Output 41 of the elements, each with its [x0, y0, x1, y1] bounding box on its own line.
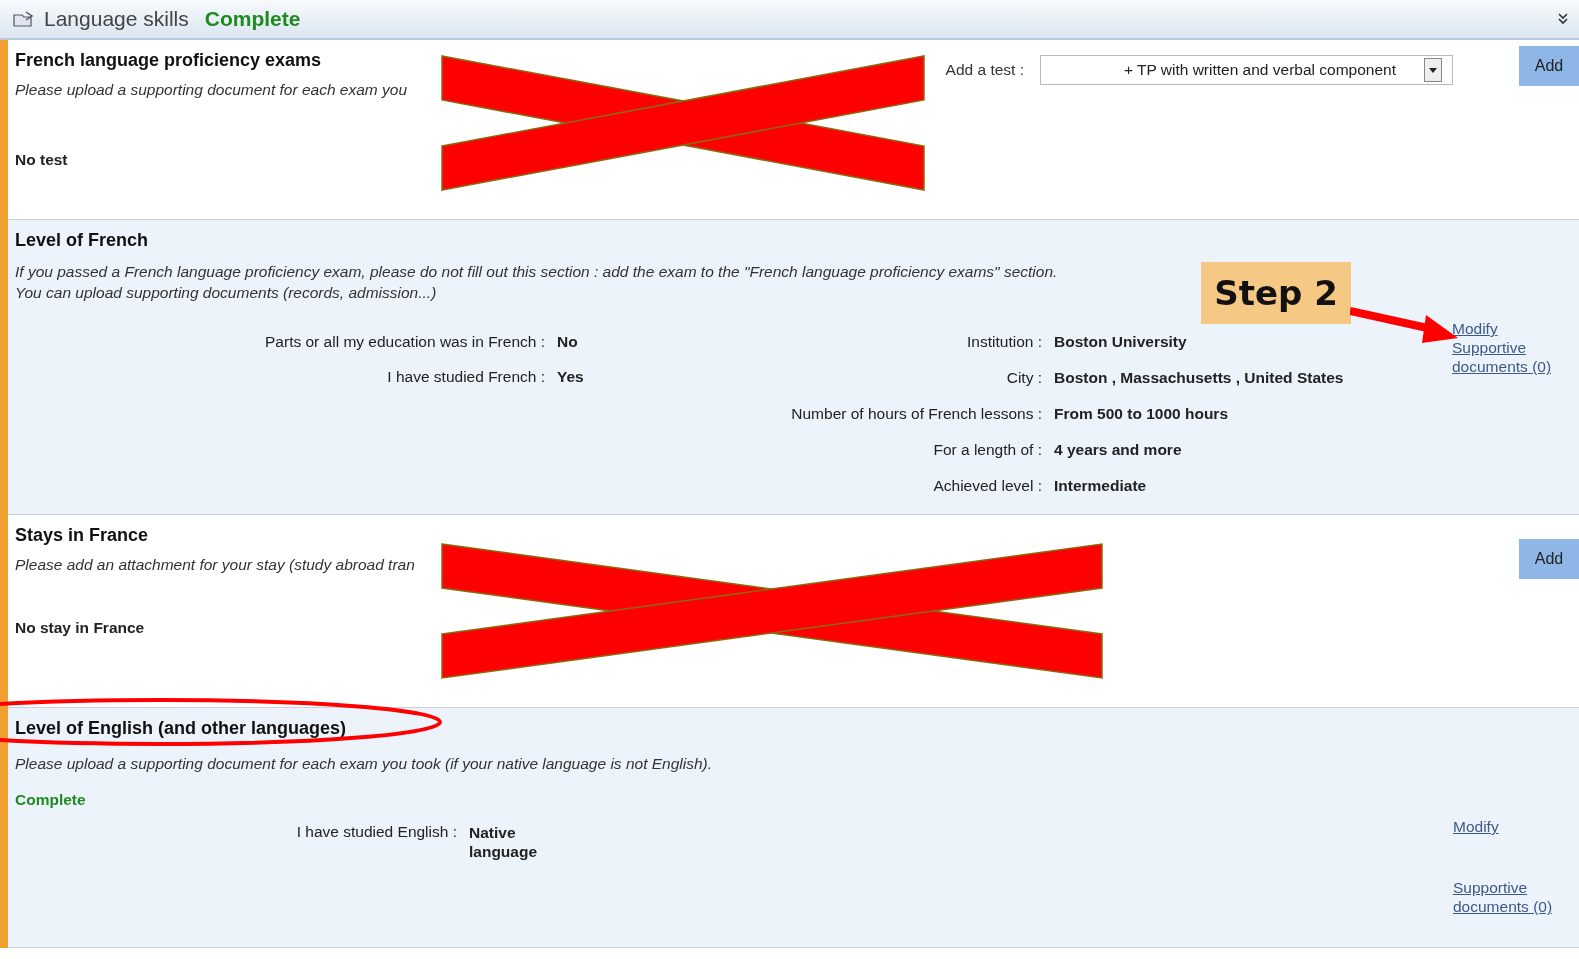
instruction-text: If you passed a French language proficiency exam, please do not fill out this section : add the exam to the "French language proficiency exams" section.: [15, 262, 1058, 282]
empty-state-text: No test: [15, 151, 69, 169]
empty-state-text: No stay in France: [15, 619, 146, 637]
status-text: Complete: [204, 7, 301, 31]
field-value: Native language: [469, 823, 539, 861]
field-label: Achieved level :: [932, 477, 1042, 495]
instruction-text: Please upload a supporting document for each exam you: [15, 81, 408, 99]
field-value: Boston , Massachusetts , United States: [1054, 369, 1345, 387]
field-label: For a length of :: [932, 441, 1042, 459]
field-label: Add a test :: [945, 61, 1024, 79]
instruction-text: Please add an attachment for your stay (study abroad tran: [15, 556, 415, 574]
field-value: Boston University: [1054, 333, 1188, 351]
field-value: No: [557, 333, 579, 351]
folder-icon: [12, 10, 34, 28]
field-value: Intermediate: [1054, 477, 1148, 495]
test-dropdown[interactable]: + TP with written and verbal component: [1040, 55, 1453, 85]
link[interactable]: Modify: [1452, 319, 1564, 338]
field-label: Parts or all my education was in French :: [264, 333, 545, 351]
link[interactable]: Modify: [1453, 817, 1577, 836]
add-button[interactable]: Add: [1519, 46, 1579, 86]
section-heading: Level of English (and other languages): [15, 717, 348, 739]
collapse-icon[interactable]: [1557, 12, 1569, 26]
field-label: City :: [1005, 369, 1042, 387]
section-heading: Level of French: [15, 229, 150, 251]
status-text: Complete: [15, 791, 87, 809]
instruction-text: You can upload supporting documents (records, admission...): [15, 283, 437, 303]
field-value: From 500 to 1000 hours: [1054, 405, 1229, 423]
section-title: Language skills: [44, 7, 189, 31]
instruction-text: Please upload a supporting document for each exam you took (if your native language is not English).: [15, 755, 714, 773]
link[interactable]: Supportive documents (0): [1452, 338, 1564, 376]
field-label: I have studied French :: [386, 368, 545, 386]
section-heading: Stays in France: [15, 524, 150, 546]
field-label: Number of hours of French lessons :: [790, 405, 1042, 423]
field-value: 4 years and more: [1054, 441, 1183, 459]
field-label: I have studied English :: [295, 823, 457, 842]
section-heading: French language proficiency exams: [15, 49, 323, 71]
field-value: Yes: [557, 368, 585, 386]
add-button[interactable]: Add: [1519, 539, 1579, 579]
link[interactable]: Supportive documents (0): [1453, 878, 1565, 916]
step-callout: Step 2: [1201, 262, 1351, 324]
field-label: Institution :: [966, 333, 1042, 351]
